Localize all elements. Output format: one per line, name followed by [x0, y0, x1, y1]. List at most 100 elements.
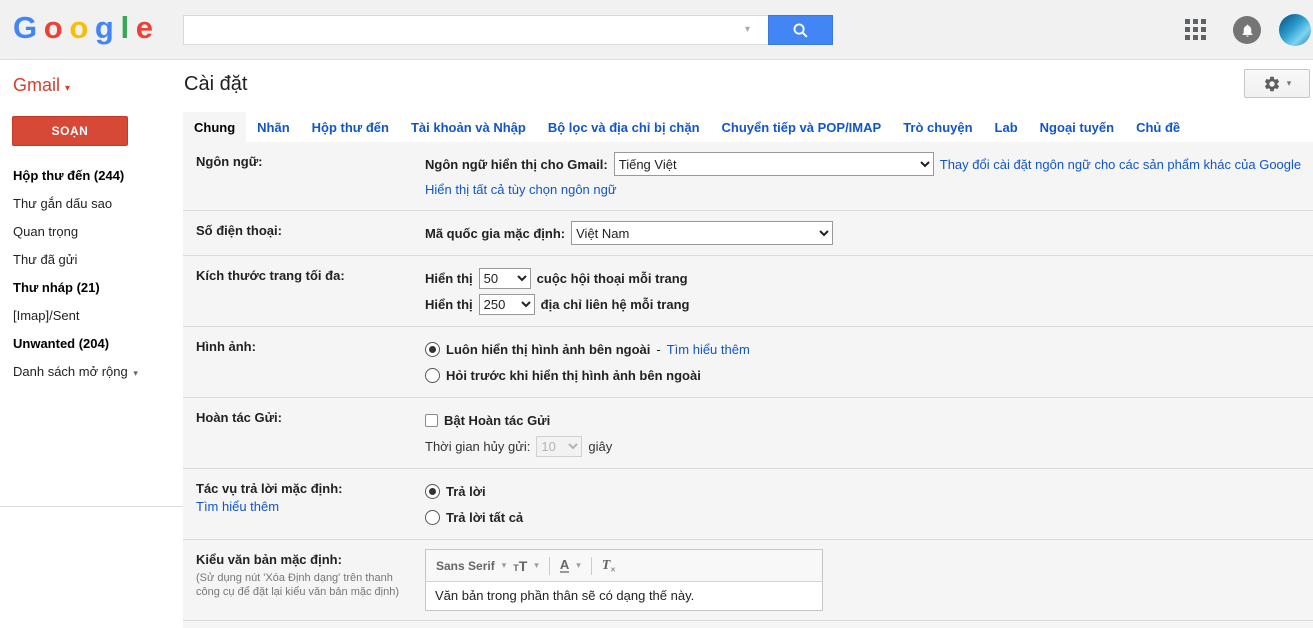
tab-accounts-import[interactable]: Tài khoản và Nhập: [400, 112, 537, 142]
gmail-app-menu[interactable]: Gmail ▾: [13, 75, 70, 96]
conversations-per-page-label: cuộc hội thoại mỗi trang: [537, 271, 688, 286]
sidebar-item-label: Danh sách mở rộng: [13, 364, 128, 379]
toolbar-divider: [549, 557, 550, 575]
sidebar: SOẠN Hộp thư đến (244) Thư gắn dấu sao Q…: [0, 112, 170, 628]
setting-row-page-size: Kích thước trang tối đa: Hiển thị 50 cuộ…: [183, 256, 1313, 327]
sidebar-item-sent[interactable]: Thư đã gửi: [0, 246, 170, 274]
radio-always-show-images[interactable]: [425, 342, 440, 357]
chevron-down-icon[interactable]: ▾: [502, 560, 507, 571]
gmail-settings-page: G o o g l e ▾: [0, 0, 1313, 628]
show-label: Hiển thị: [425, 297, 473, 312]
seconds-label: giây: [588, 439, 612, 454]
remove-formatting-button[interactable]: T×: [602, 557, 616, 575]
radio-reply-all[interactable]: [425, 510, 440, 525]
contacts-per-page-select[interactable]: 250: [479, 294, 535, 315]
gmail-label: Gmail: [13, 75, 60, 95]
text-color-button[interactable]: A: [560, 558, 569, 573]
top-bar: G o o g l e ▾: [0, 0, 1313, 60]
chevron-down-icon: ▾: [65, 83, 70, 94]
language-select[interactable]: Tiếng Việt: [614, 152, 934, 176]
row-label: Ngôn ngữ:: [196, 154, 262, 169]
radio-label: Hỏi trước khi hiển thị hình ảnh bên ngoà…: [446, 368, 701, 383]
learn-more-link[interactable]: Tìm hiểu thêm: [667, 342, 750, 357]
sidebar-item-imap-sent[interactable]: [Imap]/Sent: [0, 302, 170, 330]
sidebar-item-starred[interactable]: Thư gắn dấu sao: [0, 190, 170, 218]
text-style-preview: Văn bản trong phần thân sẽ có dạng thế n…: [426, 582, 822, 610]
search-button[interactable]: [768, 15, 833, 45]
cancel-period-label: Thời gian hủy gửi:: [425, 439, 530, 454]
profile-avatar[interactable]: [1279, 14, 1311, 46]
topbar-right-controls: [1185, 0, 1313, 60]
apps-grid-icon[interactable]: [1185, 19, 1207, 41]
tab-chat[interactable]: Trò chuyện: [892, 112, 983, 142]
contacts-per-page-label: địa chỉ liên hệ mỗi trang: [541, 297, 690, 312]
logo-letter: g: [95, 10, 113, 46]
tab-forwarding-pop-imap[interactable]: Chuyển tiếp và POP/IMAP: [711, 112, 893, 142]
setting-row-images: Hình ảnh: Luôn hiển thị hình ảnh bên ngo…: [183, 327, 1313, 398]
logo-letter: G: [13, 10, 36, 46]
separator-dash: -: [656, 342, 660, 357]
text-style-editor: Sans Serif ▾ TT ▾ A ▾ T× Văn bản trong p…: [425, 549, 823, 611]
tab-offline[interactable]: Ngoại tuyến: [1029, 112, 1125, 142]
settings-tabs: Chung Nhãn Hộp thư đến Tài khoản và Nhập…: [183, 112, 1313, 142]
conversations-per-page-select[interactable]: 50: [479, 268, 531, 289]
search-input[interactable]: [183, 15, 768, 45]
checkbox-label: Bật Hoàn tác Gửi: [444, 413, 550, 428]
search-options-caret-icon[interactable]: ▾: [745, 24, 750, 35]
notifications-button[interactable]: [1233, 16, 1261, 44]
language-field-label: Ngôn ngữ hiển thị cho Gmail:: [425, 157, 608, 172]
setting-row-text-style: Kiểu văn bản mặc định: (Sử dụng nút 'Xóa…: [183, 540, 1313, 621]
bell-icon: [1240, 23, 1255, 38]
compose-button[interactable]: SOẠN: [12, 116, 128, 146]
font-size-button[interactable]: TT: [513, 558, 527, 574]
settings-content: Chung Nhãn Hộp thư đến Tài khoản và Nhập…: [183, 112, 1313, 628]
sidebar-bottom-divider: [0, 506, 183, 507]
chevron-down-icon[interactable]: ▾: [576, 560, 581, 571]
setting-row-language: Ngôn ngữ: Ngôn ngữ hiển thị cho Gmail: T…: [183, 142, 1313, 211]
sidebar-item-drafts[interactable]: Thư nháp (21): [0, 274, 170, 302]
sidebar-item-inbox[interactable]: Hộp thư đến (244): [0, 162, 170, 190]
show-all-language-options-link[interactable]: Hiển thị tất cả tùy chọn ngôn ngữ: [425, 182, 617, 197]
show-label: Hiển thị: [425, 271, 473, 286]
google-logo[interactable]: G o o g l e: [13, 10, 152, 46]
chevron-down-icon: ▾: [133, 368, 138, 378]
undo-send-checkbox[interactable]: [425, 414, 438, 427]
tab-themes[interactable]: Chủ đề: [1125, 112, 1191, 142]
toolbar-divider: [591, 557, 592, 575]
tab-labels[interactable]: Nhãn: [246, 112, 301, 142]
sidebar-item-unwanted[interactable]: Unwanted (204): [0, 330, 170, 358]
sidebar-item-important[interactable]: Quan trọng: [0, 218, 170, 246]
logo-letter: l: [120, 10, 128, 46]
radio-label: Trả lời tất cả: [446, 510, 523, 525]
tab-filters-blocked[interactable]: Bộ lọc và địa chỉ bị chặn: [537, 112, 711, 142]
chevron-down-icon[interactable]: ▾: [534, 560, 539, 571]
app-header: Gmail ▾ Cài đặt ▾: [0, 61, 1313, 112]
learn-more-link[interactable]: Tìm hiểu thêm: [196, 499, 279, 514]
setting-row-phone: Số điện thoại: Mã quốc gia mặc định: Việ…: [183, 211, 1313, 256]
setting-row-undo-send: Hoàn tác Gửi: Bật Hoàn tác Gửi Thời gian…: [183, 398, 1313, 469]
row-note: (Sử dụng nút 'Xóa Định dạng' trên thanh …: [196, 571, 406, 599]
change-language-link[interactable]: Thay đổi cài đặt ngôn ngữ cho các sản ph…: [940, 157, 1301, 172]
cancel-period-select[interactable]: 10: [536, 436, 582, 457]
row-label: Tác vụ trả lời mặc định:: [196, 481, 343, 496]
folder-list: Hộp thư đến (244) Thư gắn dấu sao Quan t…: [0, 162, 170, 387]
country-code-select[interactable]: Việt Nam: [571, 221, 833, 245]
tab-general[interactable]: Chung: [183, 112, 246, 142]
radio-ask-before-images[interactable]: [425, 368, 440, 383]
settings-gear-button[interactable]: ▾: [1244, 69, 1310, 98]
setting-row-conversation-view: Chế độ xem cuộc hội thoại: (nhóm các thư…: [183, 621, 1313, 628]
row-label: Số điện thoại:: [196, 223, 282, 238]
tab-labs[interactable]: Lab: [984, 112, 1029, 142]
page-title: Cài đặt: [184, 73, 247, 96]
radio-reply[interactable]: [425, 484, 440, 499]
radio-label: Luôn hiển thị hình ảnh bên ngoài: [446, 342, 650, 357]
country-code-field-label: Mã quốc gia mặc định:: [425, 226, 565, 241]
sidebar-item-more[interactable]: Danh sách mở rộng ▾: [0, 358, 170, 387]
font-family-button[interactable]: Sans Serif: [436, 559, 495, 573]
gear-icon: [1263, 75, 1281, 93]
row-label: Kích thước trang tối đa:: [196, 268, 345, 283]
logo-letter: e: [136, 10, 152, 46]
tab-inbox[interactable]: Hộp thư đến: [301, 112, 400, 142]
radio-label: Trả lời: [446, 484, 486, 499]
formatting-toolbar: Sans Serif ▾ TT ▾ A ▾ T×: [426, 550, 822, 582]
